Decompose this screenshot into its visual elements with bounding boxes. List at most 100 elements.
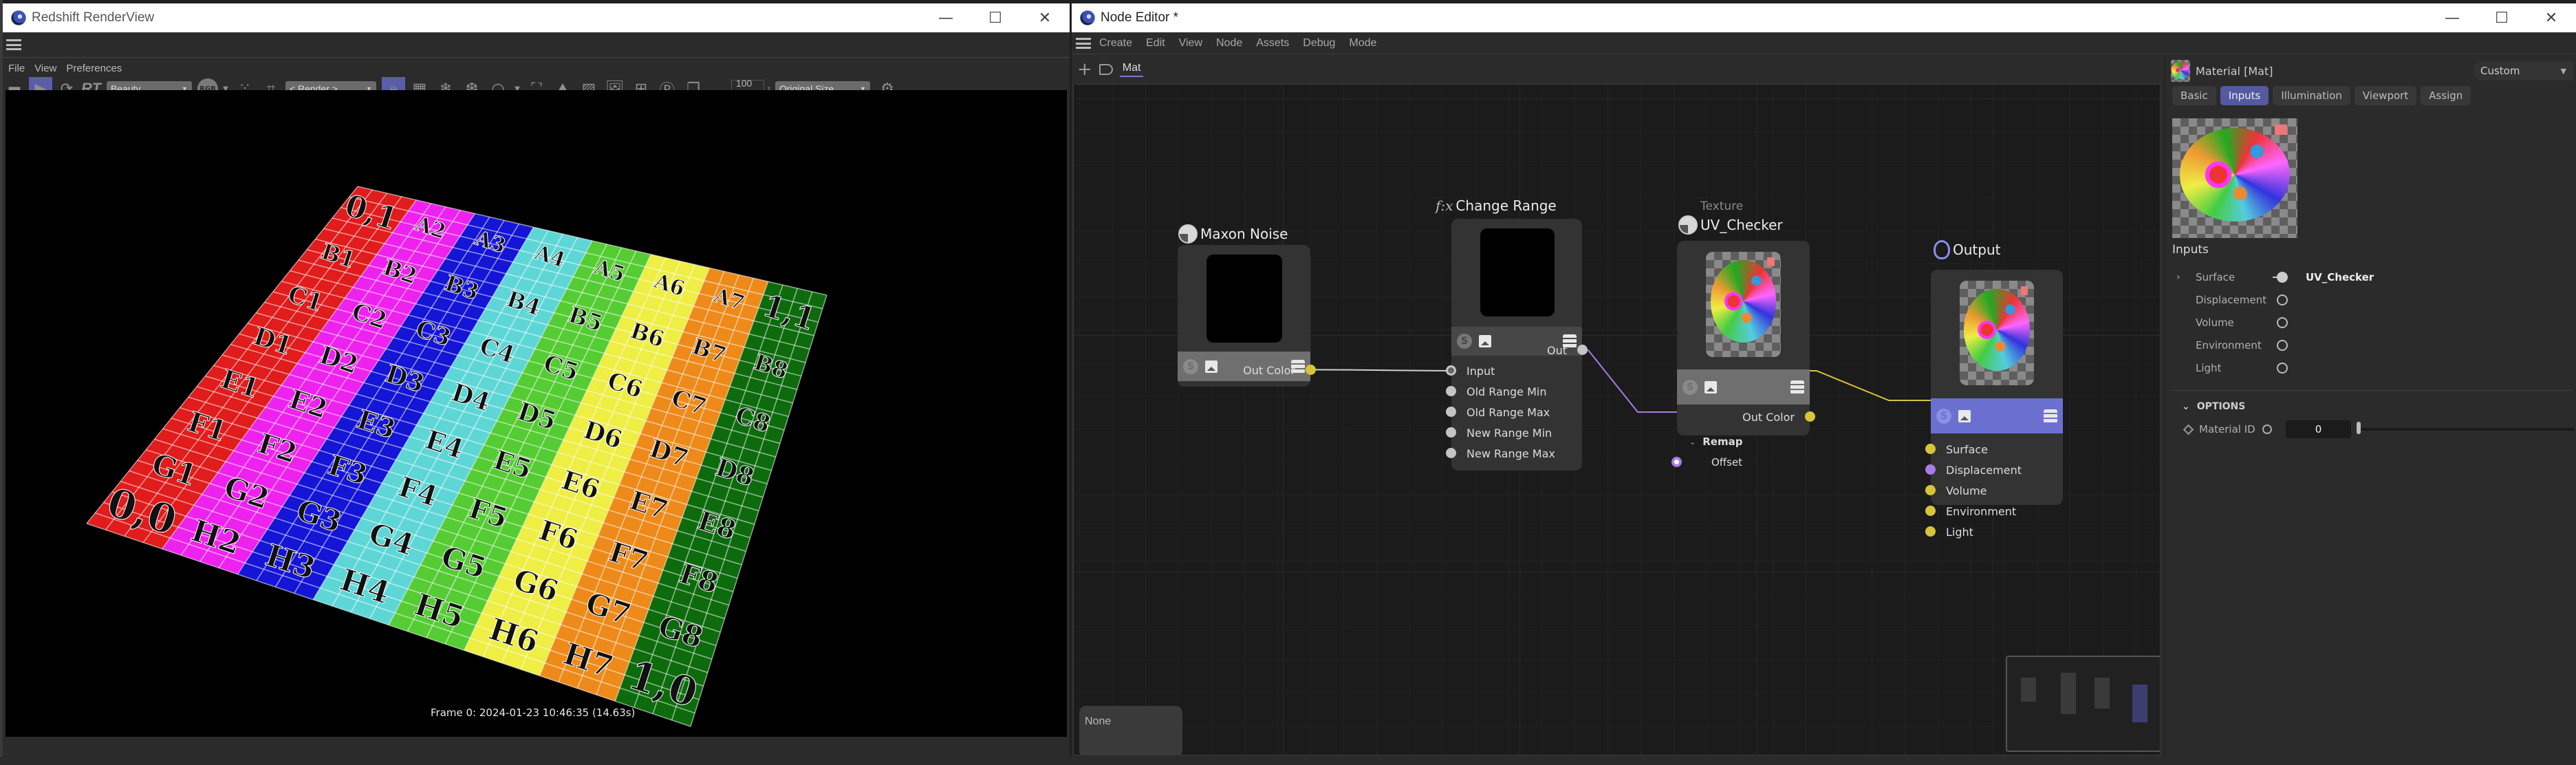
tab-mat[interactable]: Mat xyxy=(1119,62,1144,77)
menu-preferences[interactable]: Preferences xyxy=(66,63,122,74)
change-range-old-max-port[interactable]: Old Range Max xyxy=(1446,404,1582,420)
close-button[interactable]: ✕ xyxy=(2526,3,2576,32)
connection-port-icon[interactable] xyxy=(2262,424,2272,434)
change-range-out-port[interactable]: Out xyxy=(1451,342,1588,358)
input-port-dot[interactable] xyxy=(1671,457,1682,467)
input-port-dot[interactable] xyxy=(1925,444,1936,454)
preview-toggle-icon[interactable] xyxy=(1958,409,1971,422)
uv-checker-toolbar: S xyxy=(1677,369,1810,405)
input-port-dot[interactable] xyxy=(1446,365,1456,376)
input-port-dot[interactable] xyxy=(1446,427,1456,438)
menu-node[interactable]: Node xyxy=(1216,37,1242,50)
minimize-button[interactable]: — xyxy=(921,3,971,32)
minimize-button[interactable]: — xyxy=(2427,3,2477,32)
input-row-environment[interactable]: Environment xyxy=(2172,335,2571,356)
slider-handle[interactable] xyxy=(2357,422,2361,434)
hamburger-menu-icon[interactable] xyxy=(1076,38,1091,49)
port-label: Environment xyxy=(1946,504,2017,518)
change-range-old-min-port[interactable]: Old Range Min xyxy=(1446,383,1582,400)
output-port-dot[interactable] xyxy=(1805,411,1815,422)
render-viewport[interactable]: 0,1 A2 A3 A4 A5 A6 A7 1,1 B1 B2 B3 B4 B5 B6 B7 B8 C1 C2 C3… xyxy=(6,90,1067,737)
connection-port-icon[interactable] xyxy=(2277,317,2288,328)
group-label: Remap xyxy=(1702,435,1743,448)
input-port-dot[interactable] xyxy=(1446,386,1456,396)
input-label: Displacement xyxy=(2196,294,2267,306)
preview-badge xyxy=(2020,285,2028,296)
input-row-volume[interactable]: Volume xyxy=(2172,312,2571,333)
change-range-new-min-port[interactable]: New Range Min xyxy=(1446,424,1582,441)
material-id-input[interactable]: 0 xyxy=(2286,420,2351,438)
output-light-port[interactable]: Light xyxy=(1925,524,2063,540)
tab-basic[interactable]: Basic xyxy=(2172,86,2216,105)
port-label: Out Color xyxy=(1243,363,1295,377)
solo-icon[interactable]: S xyxy=(1936,408,1951,424)
tag-icon[interactable] xyxy=(1098,64,1113,75)
node-menu-icon[interactable] xyxy=(1790,380,1804,394)
output-port-dot[interactable] xyxy=(1577,345,1588,355)
maximize-button[interactable]: ☐ xyxy=(971,3,1020,32)
output-title-text: Output xyxy=(1953,241,2001,258)
chevron-right-icon[interactable]: › xyxy=(2172,272,2189,283)
uv-checker-offset-port[interactable]: Offset xyxy=(1671,454,1810,471)
options-section-header[interactable]: ⌄ OPTIONS xyxy=(2182,401,2245,412)
material-id-slider[interactable] xyxy=(2357,422,2575,434)
menu-debug[interactable]: Debug xyxy=(1303,37,1335,50)
maxon-noise-node[interactable]: S Out Color xyxy=(1178,245,1316,387)
connection-port-icon[interactable] xyxy=(2277,340,2288,351)
maximize-button[interactable]: ☐ xyxy=(2477,3,2526,32)
maxon-noise-out-color-port[interactable]: Out Color xyxy=(1178,362,1316,378)
uv-checker-remap-group[interactable]: ⌄ Remap xyxy=(1689,433,1806,450)
uv-checker-node[interactable]: S Out Color xyxy=(1677,241,1815,435)
output-port-dot[interactable] xyxy=(1306,365,1316,375)
tab-viewport[interactable]: Viewport xyxy=(2354,86,2417,105)
node-graph-canvas[interactable]: Maxon Noise S Out Color f:x Change Range… xyxy=(1073,84,2161,755)
input-port-dot[interactable] xyxy=(1446,407,1456,417)
preview-toggle-icon[interactable] xyxy=(1704,380,1717,394)
change-range-new-max-port[interactable]: New Range Max xyxy=(1446,445,1582,462)
input-row-displacement[interactable]: Displacement xyxy=(2172,290,2571,310)
menu-create[interactable]: Create xyxy=(1099,37,1132,50)
tab-inputs[interactable]: Inputs xyxy=(2220,86,2269,105)
change-range-node[interactable]: S Out Input Old Range Min Old Range Max … xyxy=(1446,219,1588,471)
mode-select[interactable]: Custom ▼ xyxy=(2474,61,2573,80)
menu-assets[interactable]: Assets xyxy=(1256,37,1289,50)
output-volume-port[interactable]: Volume xyxy=(1925,482,2063,499)
input-label: Volume xyxy=(2196,316,2234,329)
output-displacement-port[interactable]: Displacement xyxy=(1925,462,2063,478)
close-button[interactable]: ✕ xyxy=(1020,3,1070,32)
input-row-surface[interactable]: › Surface UV_Checker xyxy=(2172,267,2571,288)
input-port-dot[interactable] xyxy=(1925,485,1936,495)
tab-illumination[interactable]: Illumination xyxy=(2273,86,2350,105)
input-port-dot[interactable] xyxy=(1446,448,1456,458)
output-surface-port[interactable]: Surface xyxy=(1925,441,2063,457)
menu-mode[interactable]: Mode xyxy=(1349,37,1376,50)
none-info-box: None xyxy=(1079,706,1182,755)
menu-edit[interactable]: Edit xyxy=(1146,37,1165,50)
input-port-dot[interactable] xyxy=(1925,506,1936,516)
tab-assign[interactable]: Assign xyxy=(2421,86,2471,105)
connection-port-icon[interactable] xyxy=(2277,294,2288,305)
connection-port-icon[interactable] xyxy=(2273,272,2288,283)
input-row-light[interactable]: Light xyxy=(2172,358,2571,378)
change-range-input-port[interactable]: Input xyxy=(1446,363,1582,379)
hamburger-menu-icon[interactable] xyxy=(6,39,21,50)
menu-view[interactable]: View xyxy=(34,63,56,74)
port-label: Out Color xyxy=(1742,410,1795,424)
menu-file[interactable]: File xyxy=(8,63,25,74)
node-menu-icon[interactable] xyxy=(2044,409,2057,423)
connection-port-icon[interactable] xyxy=(2277,363,2288,374)
uv-checker-plane-render: 0,1 A2 A3 A4 A5 A6 A7 1,1B1 B2 B3 B4 B5 B6 B7 B8C1 C2 C3… xyxy=(86,186,827,727)
wire-uvchecker-to-output xyxy=(1808,370,1931,401)
input-port-dot[interactable] xyxy=(1925,464,1936,475)
material-thumbnail xyxy=(2171,60,2190,82)
uv-checker-out-color-port[interactable]: Out Color xyxy=(1677,409,1815,425)
add-tab-icon[interactable]: + xyxy=(1077,59,1092,80)
output-node[interactable]: S Surface Displacement Volume xyxy=(1925,270,2063,505)
solo-icon[interactable]: S xyxy=(1682,379,1698,395)
output-environment-port[interactable]: Environment xyxy=(1925,503,2063,519)
chevron-down-icon: ⌄ xyxy=(2182,401,2190,412)
menu-view[interactable]: View xyxy=(1179,37,1202,50)
input-port-dot[interactable] xyxy=(1925,526,1936,537)
keyframe-diamond-icon[interactable] xyxy=(2183,424,2194,435)
graph-minimap[interactable] xyxy=(2006,656,2160,752)
